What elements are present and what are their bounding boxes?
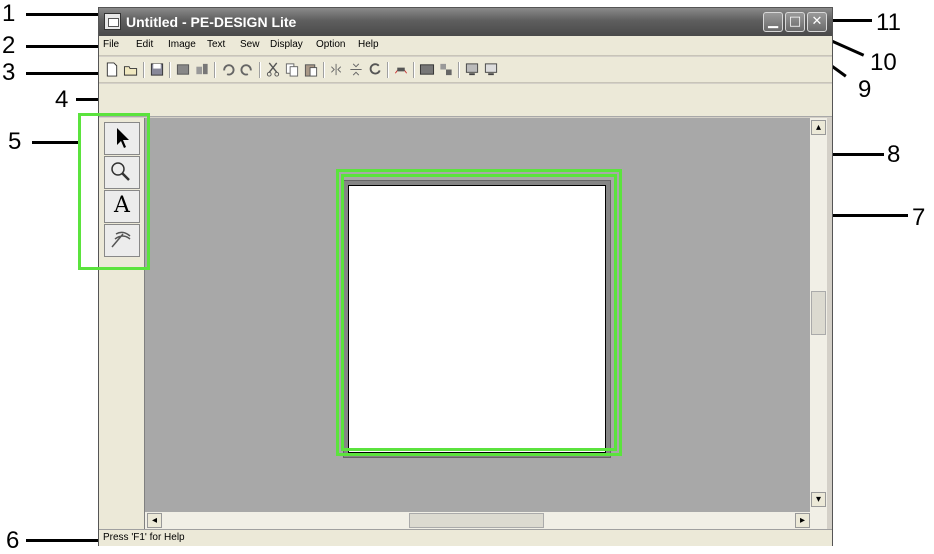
realistic-preview-icon[interactable]	[483, 62, 499, 77]
undo-icon[interactable]	[220, 62, 236, 77]
menu-image[interactable]: Image	[168, 39, 196, 50]
leader-line-6	[26, 539, 100, 542]
text-arc-icon[interactable]	[393, 62, 409, 77]
callout-4: 4	[55, 86, 69, 113]
callout-1: 1	[2, 0, 16, 27]
leader-line-3	[26, 72, 100, 75]
toolbox-highlight	[78, 113, 150, 270]
toolbar-separator	[143, 62, 145, 78]
toolbar-separator	[387, 62, 389, 78]
save-icon[interactable]	[149, 62, 165, 77]
minimize-button[interactable]: ▁	[763, 12, 783, 32]
cut-icon[interactable]	[265, 62, 281, 77]
menu-option[interactable]: Option	[316, 39, 345, 50]
toolbar-separator	[214, 62, 216, 78]
scroll-left-button[interactable]: ◂	[147, 513, 162, 528]
close-button[interactable]: ✕	[807, 12, 827, 32]
leader-line-5	[32, 141, 80, 144]
callout-3: 3	[2, 59, 16, 86]
import-image-icon[interactable]	[175, 62, 191, 77]
menu-help[interactable]: Help	[358, 39, 379, 50]
scroll-down-button[interactable]: ▾	[811, 492, 826, 507]
menu-text[interactable]: Text	[207, 39, 225, 50]
toolbar-separator	[413, 62, 415, 78]
leader-line-1	[26, 13, 100, 16]
callout-9: 9	[858, 76, 872, 103]
horizontal-scrollbar[interactable]: ◂ ▸	[145, 512, 810, 529]
app-icon[interactable]	[104, 13, 121, 30]
scroll-up-button[interactable]: ▴	[811, 120, 826, 135]
mirror-vertical-icon[interactable]	[348, 62, 364, 77]
rotate-icon[interactable]	[367, 62, 383, 77]
design-page-inner-highlight	[341, 174, 617, 451]
status-bar: Press 'F1' for Help	[99, 529, 832, 546]
window-title: Untitled - PE-DESIGN Lite	[126, 14, 297, 30]
status-text: Press 'F1' for Help	[103, 532, 185, 543]
callout-2: 2	[2, 32, 16, 59]
callout-8: 8	[887, 141, 901, 168]
callout-10: 10	[870, 49, 897, 76]
callout-6: 6	[6, 527, 20, 554]
design-center-icon[interactable]	[438, 62, 454, 77]
new-icon[interactable]	[104, 62, 120, 77]
menu-file[interactable]: File	[103, 39, 119, 50]
toolbar-separator	[169, 62, 171, 78]
menu-edit[interactable]: Edit	[136, 39, 153, 50]
transfer-icon[interactable]	[194, 62, 210, 77]
toolbar	[99, 57, 832, 83]
redo-icon[interactable]	[239, 62, 255, 77]
toolbar-separator	[458, 62, 460, 78]
scroll-right-button[interactable]: ▸	[795, 513, 810, 528]
design-property-icon[interactable]	[419, 62, 435, 77]
menu-bar: File Edit Image Text Sew Display Option …	[99, 36, 832, 56]
preview-icon[interactable]	[464, 62, 480, 77]
menu-sew[interactable]: Sew	[240, 39, 259, 50]
maximize-button[interactable]: □	[785, 12, 805, 32]
copy-icon[interactable]	[284, 62, 300, 77]
callout-7: 7	[912, 204, 926, 231]
horizontal-scroll-thumb[interactable]	[409, 513, 544, 528]
toolbar-separator	[259, 62, 261, 78]
leader-line-2	[26, 45, 100, 48]
sewing-attributes-bar	[99, 84, 832, 117]
menu-display[interactable]: Display	[270, 39, 303, 50]
open-icon[interactable]	[123, 62, 139, 77]
callout-5: 5	[8, 128, 22, 155]
title-bar[interactable]: Untitled - PE-DESIGN Lite ▁ □ ✕	[99, 8, 832, 36]
toolbar-separator	[323, 62, 325, 78]
callout-11: 11	[876, 9, 901, 36]
paste-icon[interactable]	[303, 62, 319, 77]
mirror-horizontal-icon[interactable]	[329, 62, 345, 77]
vertical-scroll-thumb[interactable]	[811, 291, 826, 335]
vertical-scrollbar[interactable]: ▴ ▾	[810, 118, 827, 529]
